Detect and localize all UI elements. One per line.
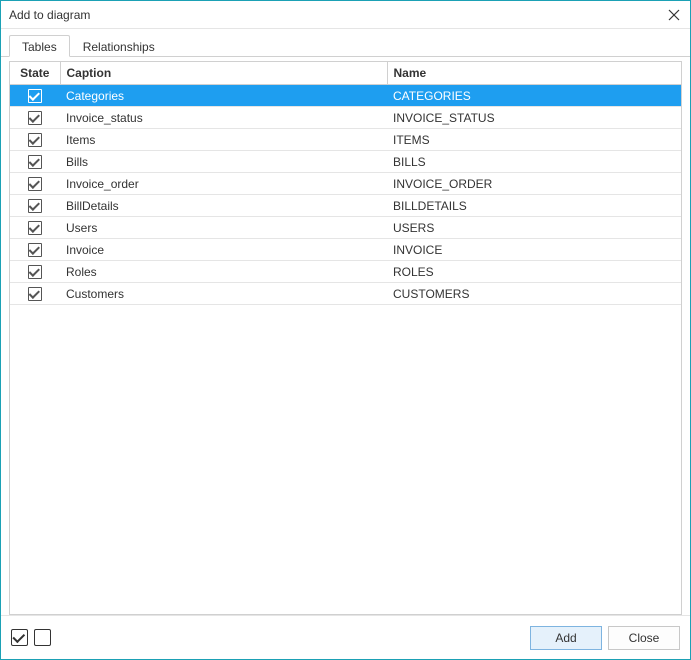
state-cell[interactable] — [10, 239, 60, 261]
table-header-row: State Caption Name — [10, 62, 681, 85]
caption-cell: Items — [60, 129, 387, 151]
state-cell[interactable] — [10, 85, 60, 107]
table-row[interactable]: CustomersCUSTOMERS — [10, 283, 681, 305]
name-cell: BILLDETAILS — [387, 195, 681, 217]
table-row[interactable]: UsersUSERS — [10, 217, 681, 239]
footer-bar: Add Close — [1, 615, 690, 659]
table-row[interactable]: Invoice_statusINVOICE_STATUS — [10, 107, 681, 129]
checkbox-icon[interactable] — [28, 265, 42, 279]
caption-cell: BillDetails — [60, 195, 387, 217]
name-cell: ROLES — [387, 261, 681, 283]
col-header-name[interactable]: Name — [387, 62, 681, 85]
state-cell[interactable] — [10, 173, 60, 195]
checkbox-icon[interactable] — [28, 287, 42, 301]
tab-strip: TablesRelationships — [1, 29, 690, 57]
caption-cell: Categories — [60, 85, 387, 107]
name-cell: USERS — [387, 217, 681, 239]
name-cell: INVOICE_STATUS — [387, 107, 681, 129]
name-cell: BILLS — [387, 151, 681, 173]
checkbox-icon[interactable] — [28, 133, 42, 147]
tab-relationships[interactable]: Relationships — [70, 35, 168, 57]
add-button[interactable]: Add — [530, 626, 602, 650]
state-cell[interactable] — [10, 217, 60, 239]
table-row[interactable]: Invoice_orderINVOICE_ORDER — [10, 173, 681, 195]
caption-cell: Invoice_order — [60, 173, 387, 195]
name-cell: INVOICE — [387, 239, 681, 261]
select-none-checkbox[interactable] — [34, 629, 51, 646]
caption-cell: Invoice_status — [60, 107, 387, 129]
name-cell: ITEMS — [387, 129, 681, 151]
tab-tables[interactable]: Tables — [9, 35, 70, 57]
state-cell[interactable] — [10, 195, 60, 217]
titlebar: Add to diagram — [1, 1, 690, 29]
state-cell[interactable] — [10, 129, 60, 151]
checkbox-icon[interactable] — [28, 243, 42, 257]
checkbox-icon[interactable] — [28, 89, 42, 103]
name-cell: INVOICE_ORDER — [387, 173, 681, 195]
dialog-window: Add to diagram TablesRelationships State… — [0, 0, 691, 660]
table-row[interactable]: BillsBILLS — [10, 151, 681, 173]
close-button[interactable]: Close — [608, 626, 680, 650]
table-row[interactable]: BillDetailsBILLDETAILS — [10, 195, 681, 217]
checkbox-icon[interactable] — [28, 221, 42, 235]
state-cell[interactable] — [10, 107, 60, 129]
table-row[interactable]: InvoiceINVOICE — [10, 239, 681, 261]
col-header-caption[interactable]: Caption — [60, 62, 387, 85]
checkbox-icon[interactable] — [28, 177, 42, 191]
name-cell: CUSTOMERS — [387, 283, 681, 305]
checkbox-icon[interactable] — [28, 111, 42, 125]
state-cell[interactable] — [10, 261, 60, 283]
caption-cell: Customers — [60, 283, 387, 305]
caption-cell: Roles — [60, 261, 387, 283]
caption-cell: Users — [60, 217, 387, 239]
caption-cell: Invoice — [60, 239, 387, 261]
name-cell: CATEGORIES — [387, 85, 681, 107]
state-cell[interactable] — [10, 283, 60, 305]
content-area: State Caption Name CategoriesCATEGORIESI… — [1, 57, 690, 615]
select-all-checkbox[interactable] — [11, 629, 28, 646]
tables-grid: State Caption Name CategoriesCATEGORIESI… — [10, 62, 681, 305]
col-header-state[interactable]: State — [10, 62, 60, 85]
window-title: Add to diagram — [9, 8, 666, 22]
state-cell[interactable] — [10, 151, 60, 173]
close-icon[interactable] — [666, 7, 682, 23]
table-row[interactable]: ItemsITEMS — [10, 129, 681, 151]
checkbox-icon[interactable] — [28, 155, 42, 169]
table-container: State Caption Name CategoriesCATEGORIESI… — [9, 61, 682, 615]
caption-cell: Bills — [60, 151, 387, 173]
checkbox-icon[interactable] — [28, 199, 42, 213]
table-row[interactable]: CategoriesCATEGORIES — [10, 85, 681, 107]
table-row[interactable]: RolesROLES — [10, 261, 681, 283]
